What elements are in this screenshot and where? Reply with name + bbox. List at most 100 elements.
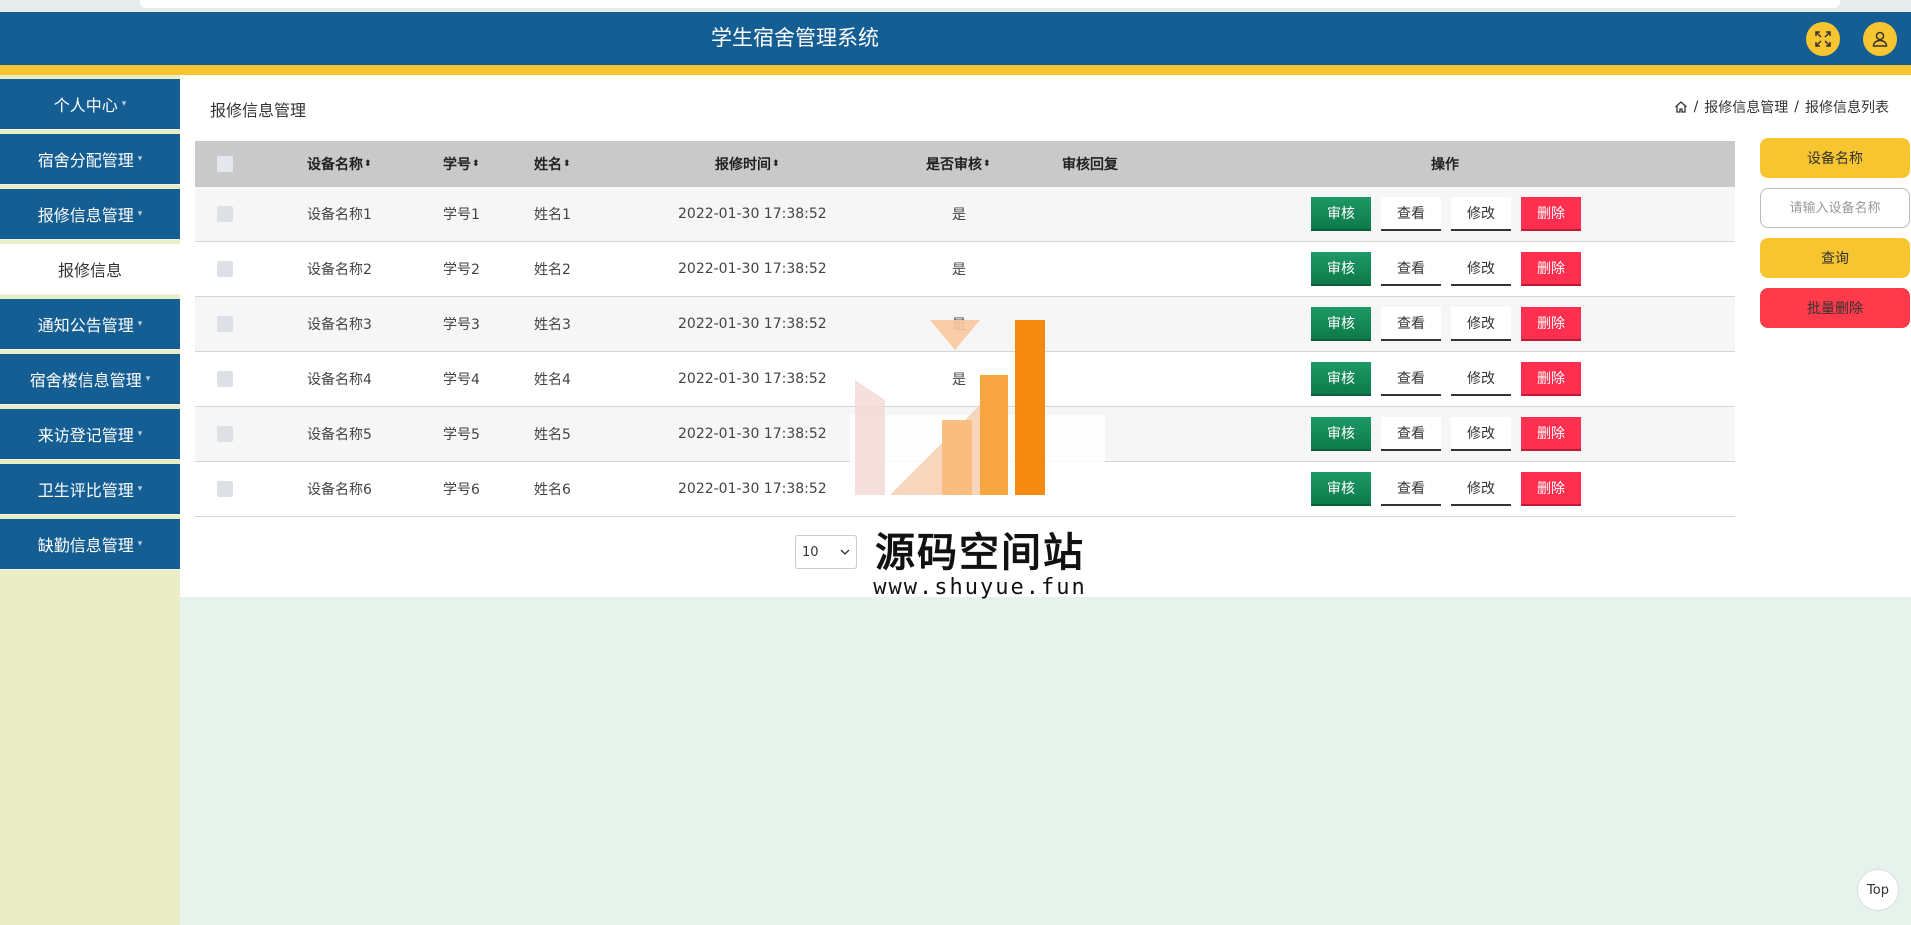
cell-student-name: 姓名4 (534, 372, 571, 388)
cell-student-no: 学号6 (443, 482, 480, 498)
row-checkbox[interactable] (217, 206, 233, 222)
cell-student-name: 姓名6 (534, 482, 571, 498)
col-header-device-name[interactable]: 设备名称 ⬍ (307, 141, 372, 187)
cell-student-no: 学号4 (443, 372, 480, 388)
edit-button[interactable]: 修改 (1451, 307, 1511, 341)
batch-delete-button[interactable]: 批量删除 (1760, 288, 1910, 328)
chevron-down-icon: ▾ (137, 209, 143, 219)
col-header-label: 报修时间 (715, 157, 771, 173)
row-checkbox[interactable] (217, 316, 233, 332)
col-header-repair-time[interactable]: 报修时间 ⬍ (715, 141, 780, 187)
col-header-audited[interactable]: 是否审核 ⬍ (926, 141, 991, 187)
select-cell (217, 407, 233, 461)
sidebar-item-absence-management[interactable]: 缺勤信息管理 ▾ (0, 519, 180, 570)
cell-device-name: 设备名称6 (307, 482, 372, 498)
audit-button[interactable]: 审核 (1311, 472, 1371, 506)
chevron-down-icon (840, 549, 850, 555)
device-name-search-input[interactable] (1760, 188, 1910, 228)
sidebar-subitem-repair-info[interactable]: 报修信息 (0, 244, 180, 295)
col-header-label: 审核回复 (1062, 157, 1118, 173)
edit-button[interactable]: 修改 (1451, 197, 1511, 231)
col-header-student-name[interactable]: 姓名 ⬍ (534, 141, 571, 187)
sidebar-item-dorm-allocation[interactable]: 宿舍分配管理 ▾ (0, 134, 180, 185)
chevron-down-icon: ▾ (137, 429, 143, 439)
table-row: 设备名称4 学号4 姓名4 2022-01-30 17:38:52 是 审核 查看 修改 删除 (195, 352, 1735, 407)
cell-audited: 是 (952, 427, 966, 443)
back-to-top-button[interactable]: Top (1857, 869, 1899, 911)
view-button[interactable]: 查看 (1381, 252, 1441, 286)
table-body: 设备名称1 学号1 姓名1 2022-01-30 17:38:52 是审核 查看 修改 删除设… (195, 187, 1735, 517)
cell-audited: 是 (952, 482, 966, 498)
sort-icon: ⬍ (364, 159, 372, 169)
user-icon (1872, 31, 1888, 47)
app-title: 学生宿舍管理系统 (711, 26, 879, 50)
delete-button[interactable]: 删除 (1521, 252, 1581, 286)
sidebar-item-label: 宿舍楼信息管理 (29, 371, 142, 390)
audit-button[interactable]: 审核 (1311, 197, 1371, 231)
col-header-student-no[interactable]: 学号 ⬍ (443, 141, 480, 187)
fullscreen-button[interactable] (1806, 22, 1840, 56)
cell-audited: 是 (952, 317, 966, 333)
sidebar: 个人中心 ▾ 宿舍分配管理 ▾ 报修信息管理 ▾ 报修信息 通知公告管理 ▾ 宿舍楼信息… (0, 75, 180, 925)
view-button[interactable]: 查看 (1381, 307, 1441, 341)
sort-icon: ⬍ (472, 159, 480, 169)
col-header-operations: 操作 (1431, 141, 1459, 187)
sidebar-item-hygiene-management[interactable]: 卫生评比管理 ▾ (0, 464, 180, 515)
audit-button[interactable]: 审核 (1311, 362, 1371, 396)
query-button[interactable]: 查询 (1760, 238, 1910, 278)
user-profile-button[interactable] (1863, 22, 1897, 56)
view-button[interactable]: 查看 (1381, 417, 1441, 451)
cell-device-name: 设备名称2 (307, 262, 372, 278)
search-panel: 设备名称 查询 批量删除 (1760, 138, 1910, 328)
sidebar-item-personal-center[interactable]: 个人中心 ▾ (0, 79, 180, 130)
edit-button[interactable]: 修改 (1451, 417, 1511, 451)
audit-button[interactable]: 审核 (1311, 307, 1371, 341)
delete-button[interactable]: 删除 (1521, 472, 1581, 506)
breadcrumb-separator: / (1794, 99, 1799, 115)
edit-button[interactable]: 修改 (1451, 472, 1511, 506)
delete-button[interactable]: 删除 (1521, 197, 1581, 231)
sidebar-item-notice-management[interactable]: 通知公告管理 ▾ (0, 299, 180, 350)
edit-button[interactable]: 修改 (1451, 252, 1511, 286)
view-button[interactable]: 查看 (1381, 197, 1441, 231)
sidebar-item-label: 宿舍分配管理 (37, 151, 134, 170)
home-icon[interactable] (1674, 100, 1688, 114)
select-cell (217, 242, 233, 296)
view-button[interactable]: 查看 (1381, 362, 1441, 396)
sidebar-item-repair-management[interactable]: 报修信息管理 ▾ (0, 189, 180, 240)
delete-button[interactable]: 删除 (1521, 362, 1581, 396)
view-button[interactable]: 查看 (1381, 472, 1441, 506)
audit-button[interactable]: 审核 (1311, 252, 1371, 286)
sidebar-item-visitor-management[interactable]: 来访登记管理 ▾ (0, 409, 180, 460)
cell-student-no: 学号3 (443, 317, 480, 333)
select-all-cell (217, 141, 233, 187)
delete-button[interactable]: 删除 (1521, 307, 1581, 341)
row-checkbox[interactable] (217, 481, 233, 497)
cell-repair-time: 2022-01-30 17:38:52 (678, 261, 827, 277)
sidebar-item-label: 报修信息 (57, 261, 122, 280)
chevron-down-icon: ▾ (121, 99, 127, 109)
select-all-checkbox[interactable] (217, 156, 233, 172)
sidebar-item-building-management[interactable]: 宿舍楼信息管理 ▾ (0, 354, 180, 405)
sidebar-item-label: 个人中心 (53, 96, 118, 115)
audit-button[interactable]: 审核 (1311, 417, 1371, 451)
select-cell (217, 297, 233, 351)
delete-button[interactable]: 删除 (1521, 417, 1581, 451)
edit-button[interactable]: 修改 (1451, 362, 1511, 396)
table-row: 设备名称3 学号3 姓名3 2022-01-30 17:38:52 是 审核 查看 修改 删除 (195, 297, 1735, 352)
browser-address-pill (140, 0, 1840, 8)
row-checkbox[interactable] (217, 261, 233, 277)
sort-icon: ⬍ (983, 159, 991, 169)
sidebar-item-label: 通知公告管理 (37, 316, 134, 335)
cell-audited: 是 (952, 207, 966, 223)
cell-device-name: 设备名称5 (307, 427, 372, 443)
row-checkbox[interactable] (217, 426, 233, 442)
cell-repair-time: 2022-01-30 17:38:52 (678, 426, 827, 442)
select-cell (217, 462, 233, 516)
cell-repair-time: 2022-01-30 17:38:52 (678, 206, 827, 222)
breadcrumb-repair-management[interactable]: 报修信息管理 (1704, 97, 1788, 117)
sort-icon: ⬍ (563, 159, 571, 169)
breadcrumb-separator: / (1693, 99, 1699, 115)
page-size-select[interactable]: 10 (795, 535, 857, 569)
row-checkbox[interactable] (217, 371, 233, 387)
